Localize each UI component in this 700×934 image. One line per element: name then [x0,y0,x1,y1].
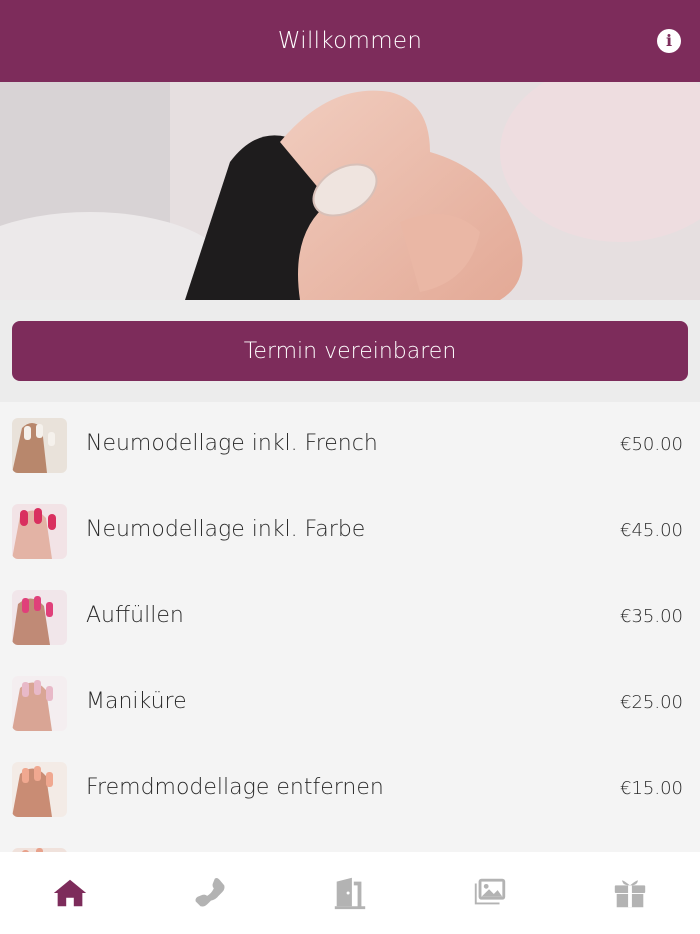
list-item[interactable]: Maniküre €25.00 [0,660,700,746]
hero-image [0,82,700,300]
cta-area: Termin vereinbaren [0,300,700,402]
list-item[interactable]: Fremdmodellage entfernen €15.00 [0,746,700,832]
list-item[interactable]: Auffüllen €35.00 [0,574,700,660]
service-thumbnail [12,504,67,559]
tab-door[interactable] [280,852,420,934]
gallery-icon [474,878,506,905]
service-thumbnail [12,590,67,645]
book-appointment-button[interactable]: Termin vereinbaren [12,321,688,381]
service-name: Auffüllen [86,603,184,628]
gift-icon [614,880,646,908]
service-price: €25.00 [620,692,683,713]
service-name: Maniküre [86,689,187,714]
tab-home[interactable] [0,852,140,934]
service-thumbnail [12,676,67,731]
tab-phone[interactable] [140,852,280,934]
app-header: Willkommen i [0,0,700,82]
bottom-tab-bar [0,852,700,934]
service-price: €15.00 [620,778,683,799]
service-name: Fremdmodellage entfernen [86,775,384,800]
phone-icon [195,877,225,907]
tab-gallery[interactable] [420,852,560,934]
service-name: Neumodellage inkl. Farbe [86,517,366,542]
service-name: Neumodellage inkl. French [86,431,378,456]
tab-gift[interactable] [560,852,700,934]
book-appointment-label: Termin vereinbaren [243,338,457,364]
service-price: €35.00 [620,606,683,627]
list-item[interactable]: Neumodellage inkl. French €50.00 [0,402,700,488]
service-price: €45.00 [620,520,683,541]
list-item[interactable]: Neumodellage inkl. Farbe €45.00 [0,488,700,574]
page-title: Willkommen [277,28,423,54]
list-item-partial[interactable] [0,832,700,852]
service-thumbnail [12,418,67,473]
service-price: €50.00 [620,434,683,455]
service-list: Neumodellage inkl. French €50.00 Neumode… [0,402,700,852]
door-icon [334,877,366,910]
info-icon[interactable]: i [657,29,681,53]
service-thumbnail [12,762,67,817]
home-icon [53,879,87,907]
